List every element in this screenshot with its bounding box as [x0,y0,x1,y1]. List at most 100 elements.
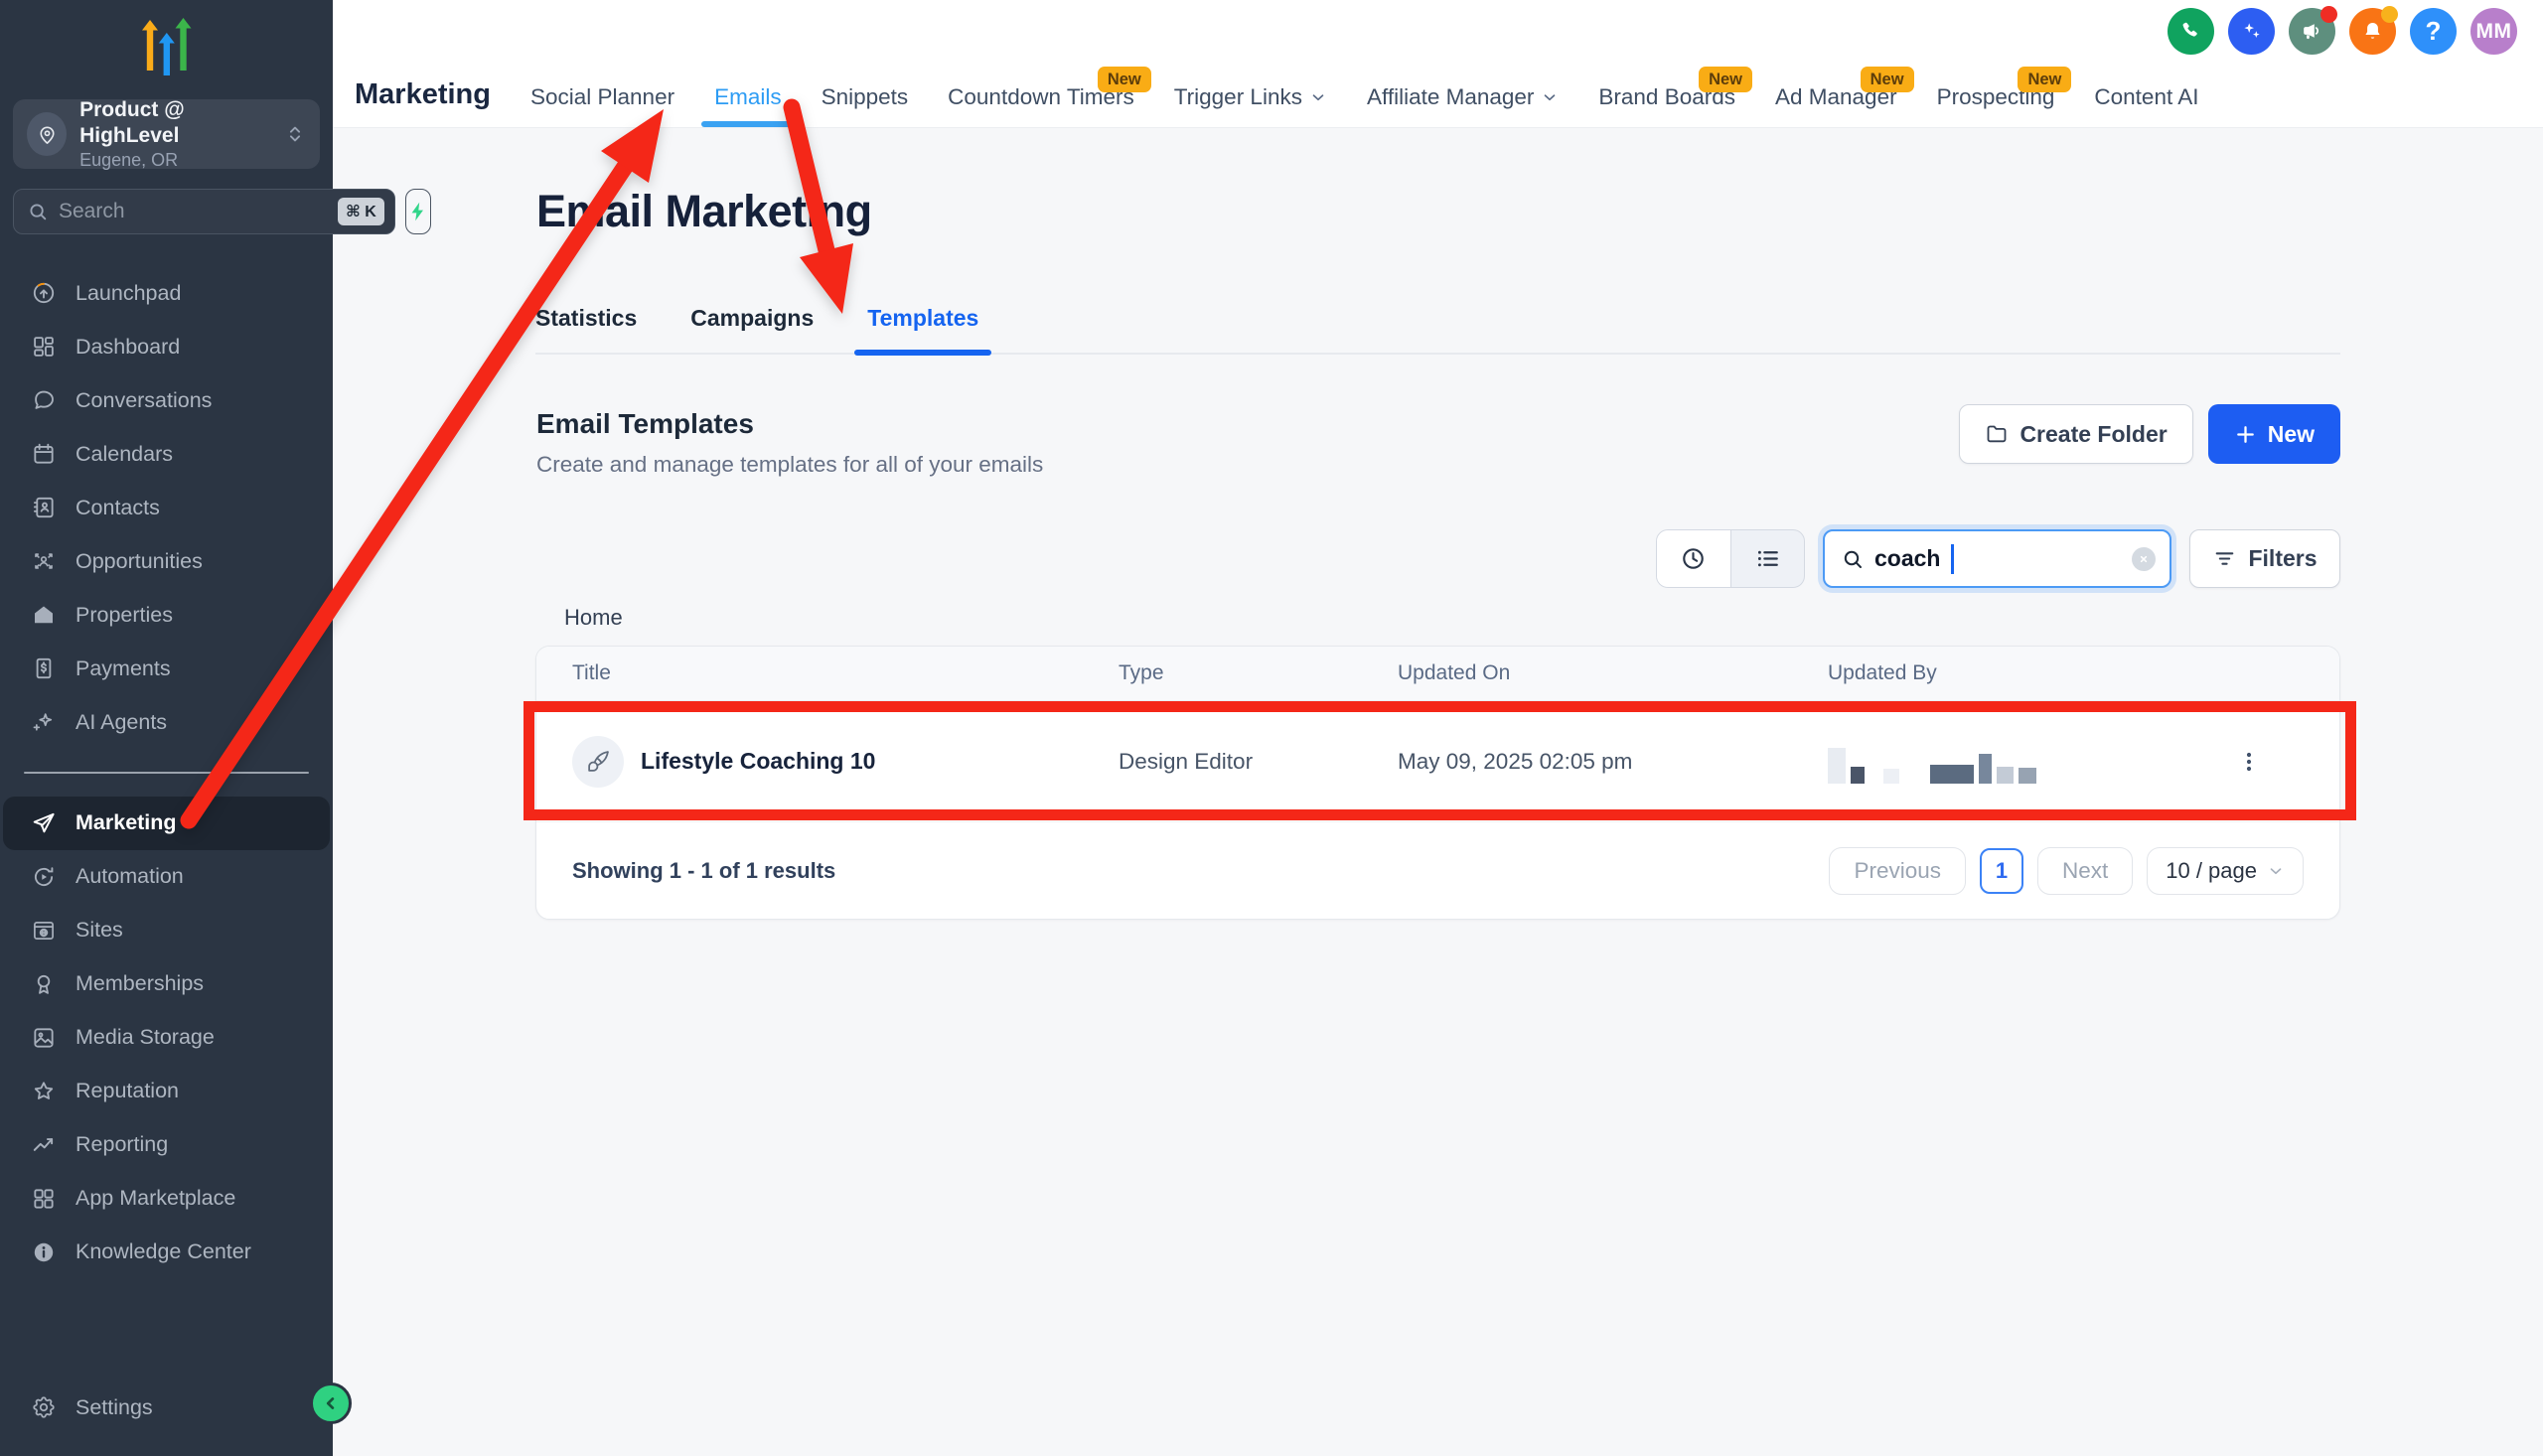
sidebar-item-launchpad[interactable]: Launchpad [0,266,333,320]
sidebar-item-media-storage[interactable]: Media Storage [0,1011,333,1065]
sidebar-item-label: App Marketplace [75,1186,235,1211]
sidebar-item-opportunities[interactable]: Opportunities [0,534,333,588]
search-value: coach [1874,545,1940,572]
topbar-icon-row: ? MM [2168,8,2517,55]
topnav-link-affiliate-manager[interactable]: Affiliate Manager [1367,83,1559,110]
table-footer: Showing 1 - 1 of 1 results Previous 1 Ne… [536,821,2339,919]
sidebar-item-label: Dashboard [75,335,180,360]
table-header-row: Title Type Updated On Updated By [536,647,2339,701]
help-button[interactable]: ? [2410,8,2457,55]
recent-view-toggle[interactable] [1657,530,1730,587]
dashboard-icon [31,334,57,360]
templates-table: Title Type Updated On Updated By Lifesty… [535,646,2340,920]
avatar[interactable]: MM [2470,8,2517,55]
star-icon [31,1079,57,1104]
sidebar-item-label: Memberships [75,971,204,996]
sidebar-search-field[interactable]: ⌘ K [13,189,395,234]
phone-button[interactable] [2168,8,2214,55]
chevron-down-icon [1541,88,1559,106]
previous-page-button[interactable]: Previous [1829,847,1966,895]
help-icon: ? [2426,16,2442,47]
topnav-link-label: Snippets [822,83,909,110]
tab-label: Statistics [535,305,637,331]
topnav-link-social-planner[interactable]: Social Planner [530,83,674,110]
calendar-icon [31,441,57,467]
chevron-down-icon [1309,88,1327,106]
sidebar-item-payments[interactable]: Payments [0,642,333,695]
conversations-icon [31,387,57,413]
page-title: Email Marketing [536,186,872,237]
ai-assistant-button[interactable] [2228,8,2275,55]
new-badge: New [1861,67,1914,92]
notifications-button[interactable] [2349,8,2396,55]
column-header-updated-by: Updated By [1828,661,2194,685]
main-content: Email Marketing Statistics Campaigns Tem… [333,128,2543,1456]
topnav-link-content-ai[interactable]: Content AI [2094,83,2198,110]
page-1-button[interactable]: 1 [1980,848,2023,894]
ai-sparkle-icon [31,709,57,735]
sidebar-item-label: Automation [75,864,184,889]
sidebar-item-sites[interactable]: Sites [0,904,333,957]
sidebar-item-dashboard[interactable]: Dashboard [0,320,333,373]
sidebar-search-input[interactable] [59,200,328,223]
tab-campaigns[interactable]: Campaigns [690,305,814,353]
brush-icon [572,736,624,788]
topnav-link-trigger-links[interactable]: Trigger Links [1174,83,1327,110]
sidebar-item-settings[interactable]: Settings [0,1381,333,1434]
next-page-button[interactable]: Next [2037,847,2133,895]
results-summary: Showing 1 - 1 of 1 results [572,858,835,884]
sidebar-item-calendars[interactable]: Calendars [0,427,333,481]
table-row[interactable]: Lifestyle Coaching 10 Design Editor May … [536,701,2339,821]
sidebar-item-reporting[interactable]: Reporting [0,1118,333,1172]
topnav-link-countdown-timers[interactable]: Countdown TimersNew [948,83,1134,110]
create-folder-button[interactable]: Create Folder [1959,404,2192,464]
location-switcher[interactable]: Product @ HighLevel Eugene, OR [13,99,320,169]
sidebar-item-label: Properties [75,603,173,628]
topnav-link-emails[interactable]: Emails [714,83,782,110]
column-header-type: Type [1119,661,1398,685]
template-search-input[interactable]: coach [1823,529,2171,588]
location-pin-icon [27,112,67,156]
sidebar-item-label: Opportunities [75,549,203,574]
topbar: Marketing Social Planner Emails Snippets… [333,0,2543,128]
sidebar-item-conversations[interactable]: Conversations [0,373,333,427]
sidebar-item-properties[interactable]: Properties [0,588,333,642]
list-view-toggle[interactable] [1730,530,1805,587]
sidebar-item-automation[interactable]: Automation [0,850,333,904]
lightning-icon [406,200,430,223]
tab-statistics[interactable]: Statistics [535,305,637,353]
quick-actions-button[interactable] [405,189,431,234]
house-icon [31,602,57,628]
info-icon [31,1239,57,1265]
announcements-button[interactable] [2289,8,2335,55]
topnav-link-brand-boards[interactable]: Brand BoardsNew [1598,83,1735,110]
sidebar-item-reputation[interactable]: Reputation [0,1065,333,1118]
template-updated-on: May 09, 2025 02:05 pm [1398,749,1828,775]
search-icon [27,201,49,222]
breadcrumb[interactable]: Home [564,605,623,631]
keyboard-shortcut-badge: ⌘ K [338,198,384,225]
row-actions-menu-button[interactable] [2229,742,2269,782]
create-folder-label: Create Folder [2019,421,2167,448]
tab-templates[interactable]: Templates [867,305,978,353]
sidebar-item-knowledge-center[interactable]: Knowledge Center [0,1226,333,1279]
new-button[interactable]: New [2208,404,2340,464]
sidebar-item-contacts[interactable]: Contacts [0,481,333,534]
sidebar-item-ai-agents[interactable]: AI Agents [0,695,333,749]
topnav-link-prospecting[interactable]: ProspectingNew [1937,83,2055,110]
sidebar-collapse-button[interactable] [310,1383,352,1424]
sidebar-item-label: Payments [75,656,171,681]
sidebar-item-app-marketplace[interactable]: App Marketplace [0,1172,333,1226]
sidebar-item-memberships[interactable]: Memberships [0,957,333,1011]
sidebar-item-label: Calendars [75,442,173,467]
new-badge: New [1098,67,1151,92]
page-size-select[interactable]: 10 / page [2147,847,2304,895]
clear-search-button[interactable] [2132,547,2156,571]
template-type: Design Editor [1119,749,1398,775]
filters-button[interactable]: Filters [2189,529,2340,588]
location-name: Product @ HighLevel [79,97,271,149]
sidebar-nav: Launchpad Dashboard Conversations Calend… [0,266,333,1279]
topnav-link-snippets[interactable]: Snippets [822,83,909,110]
topnav-link-ad-manager[interactable]: Ad ManagerNew [1775,83,1897,110]
sidebar-item-marketing[interactable]: Marketing [3,797,330,850]
